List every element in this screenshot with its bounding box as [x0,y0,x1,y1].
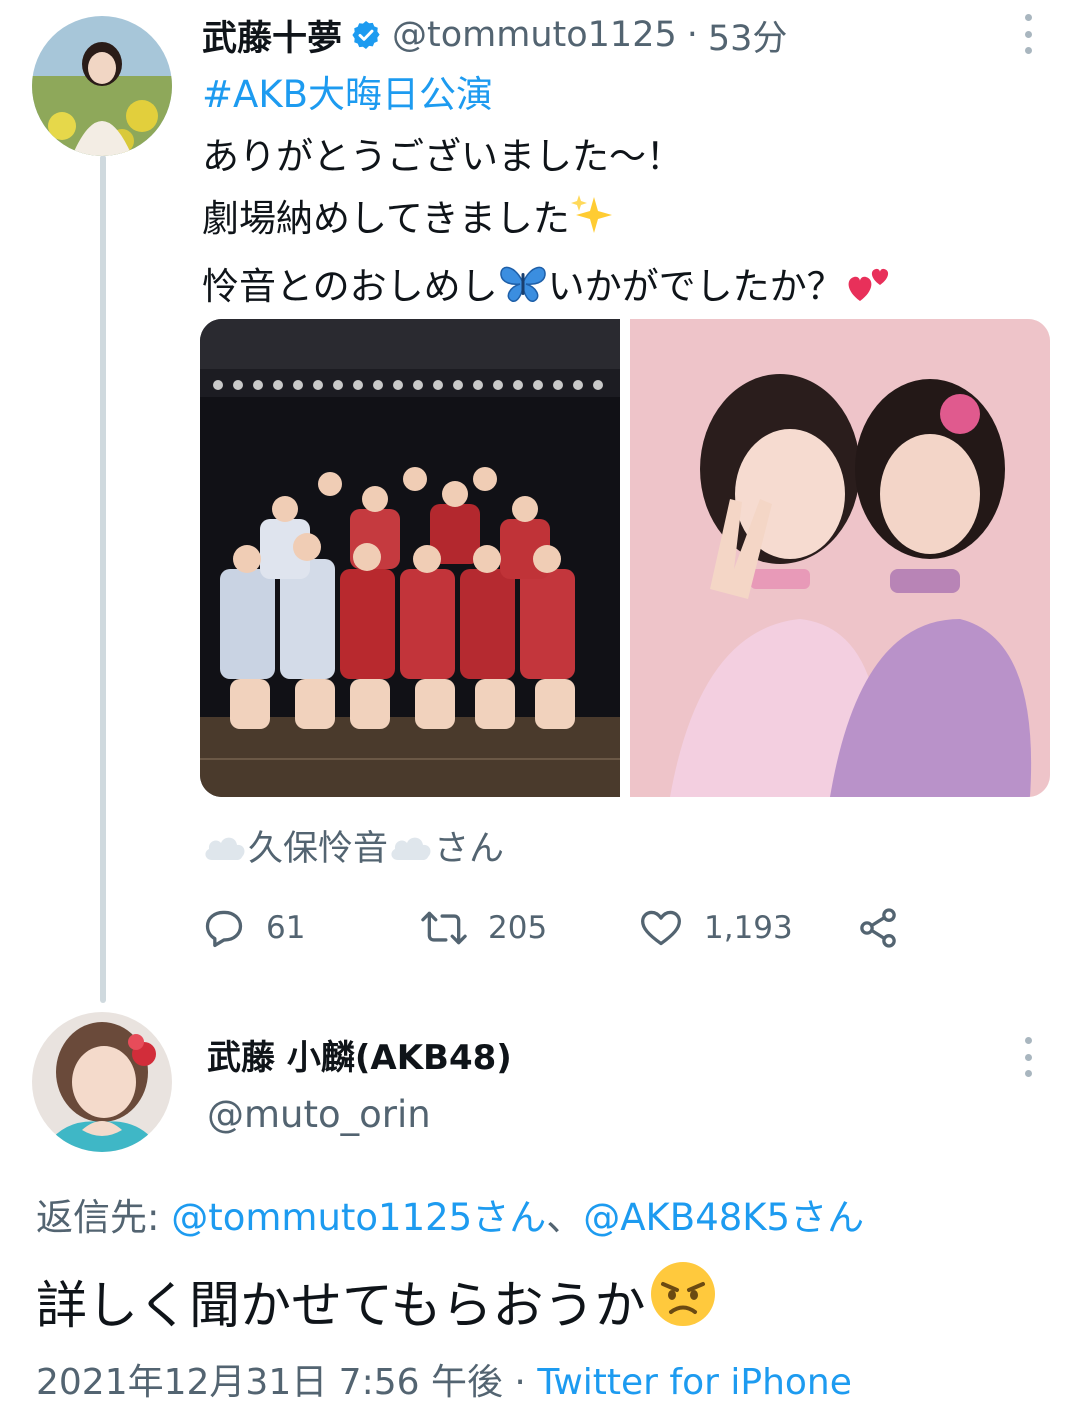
tagged-user-name: 久保怜音 [248,829,389,869]
tweet-line: ありがとうございました〜！ [202,135,683,178]
avatar-image [32,1012,172,1152]
meta-separator: · [502,1362,538,1403]
avatar[interactable] [32,1012,172,1152]
tweet-meta: 2021年12月31日 7:56 午後 · Twitter for iPhone [36,1353,852,1405]
reply-icon [205,910,243,948]
tweet-photo-duo[interactable] [630,319,1050,797]
cloud-emoji [388,831,434,861]
reply-context: 返信先: @tommuto1125さん、@AKB48K5さん [36,1187,864,1241]
like-count: 1,193 [704,910,793,946]
share-button[interactable] [856,900,920,956]
timestamp[interactable]: 53分 [708,10,788,61]
tweet-line: 劇場納めしてきました [202,197,570,240]
reply-count: 61 [266,910,306,946]
tagged-users[interactable]: 久保怜音 さん [202,820,504,871]
tweet-text: 詳しく聞かせてもらおうか [36,1260,717,1341]
reply-label: 返信先: [36,1196,172,1239]
two-hearts-emoji [844,261,894,324]
cloud-emoji [202,831,248,861]
more-icon[interactable] [1022,14,1034,54]
photo-duo [630,319,1050,797]
tagged-suffix: さん [434,829,505,869]
photo-group-stage [200,319,620,797]
header-separator: · [686,15,698,55]
tweet-text: #AKB大晦日公演 ありがとうございました〜！ 劇場納めしてきました 怜音とのお… [202,64,894,324]
verified-badge-icon [350,19,382,51]
user-handle[interactable]: @muto_orin [207,1093,431,1136]
avatar-image [32,16,172,156]
user-handle[interactable]: @tommuto1125 [392,15,677,55]
tweet-actions: 61 205 1,193 [202,900,922,956]
butterfly-emoji [498,261,548,324]
like-button[interactable]: 1,193 [638,900,793,956]
tweet-line: いかがでしたか？ [547,265,844,308]
mention-link[interactable]: @AKB48K5さん [583,1196,864,1239]
hashtag-link[interactable]: #AKB大晦日公演 [202,73,493,116]
tweet-line: 怜音とのおしめし [202,265,498,308]
retweet-button[interactable]: 205 [420,900,547,956]
share-icon [860,908,896,948]
display-name[interactable]: 武藤 小麟(AKB48) [207,1030,512,1079]
reply-separator: 、 [546,1196,584,1239]
sparkles-emoji [570,193,614,256]
tweet-timestamp[interactable]: 2021年12月31日 7:56 午後 [36,1362,503,1403]
thread-connector-line [100,155,106,1003]
retweet-count: 205 [488,910,548,946]
display-name[interactable]: 武藤十夢 [202,10,342,61]
source-link[interactable]: Twitter for iPhone [537,1362,852,1403]
tweet-body: 詳しく聞かせてもらおうか [36,1276,646,1336]
tweet-photo-group[interactable] [200,319,620,797]
avatar[interactable] [32,16,172,156]
retweet-icon [421,911,467,945]
tweet-header: 武藤十夢 @tommuto1125 · 53分 [202,10,787,60]
angry-face-emoji [649,1260,717,1341]
reply-button[interactable]: 61 [202,900,305,956]
like-icon [641,910,681,946]
more-icon[interactable] [1022,1037,1034,1077]
mention-link[interactable]: @tommuto1125さん [171,1196,546,1239]
